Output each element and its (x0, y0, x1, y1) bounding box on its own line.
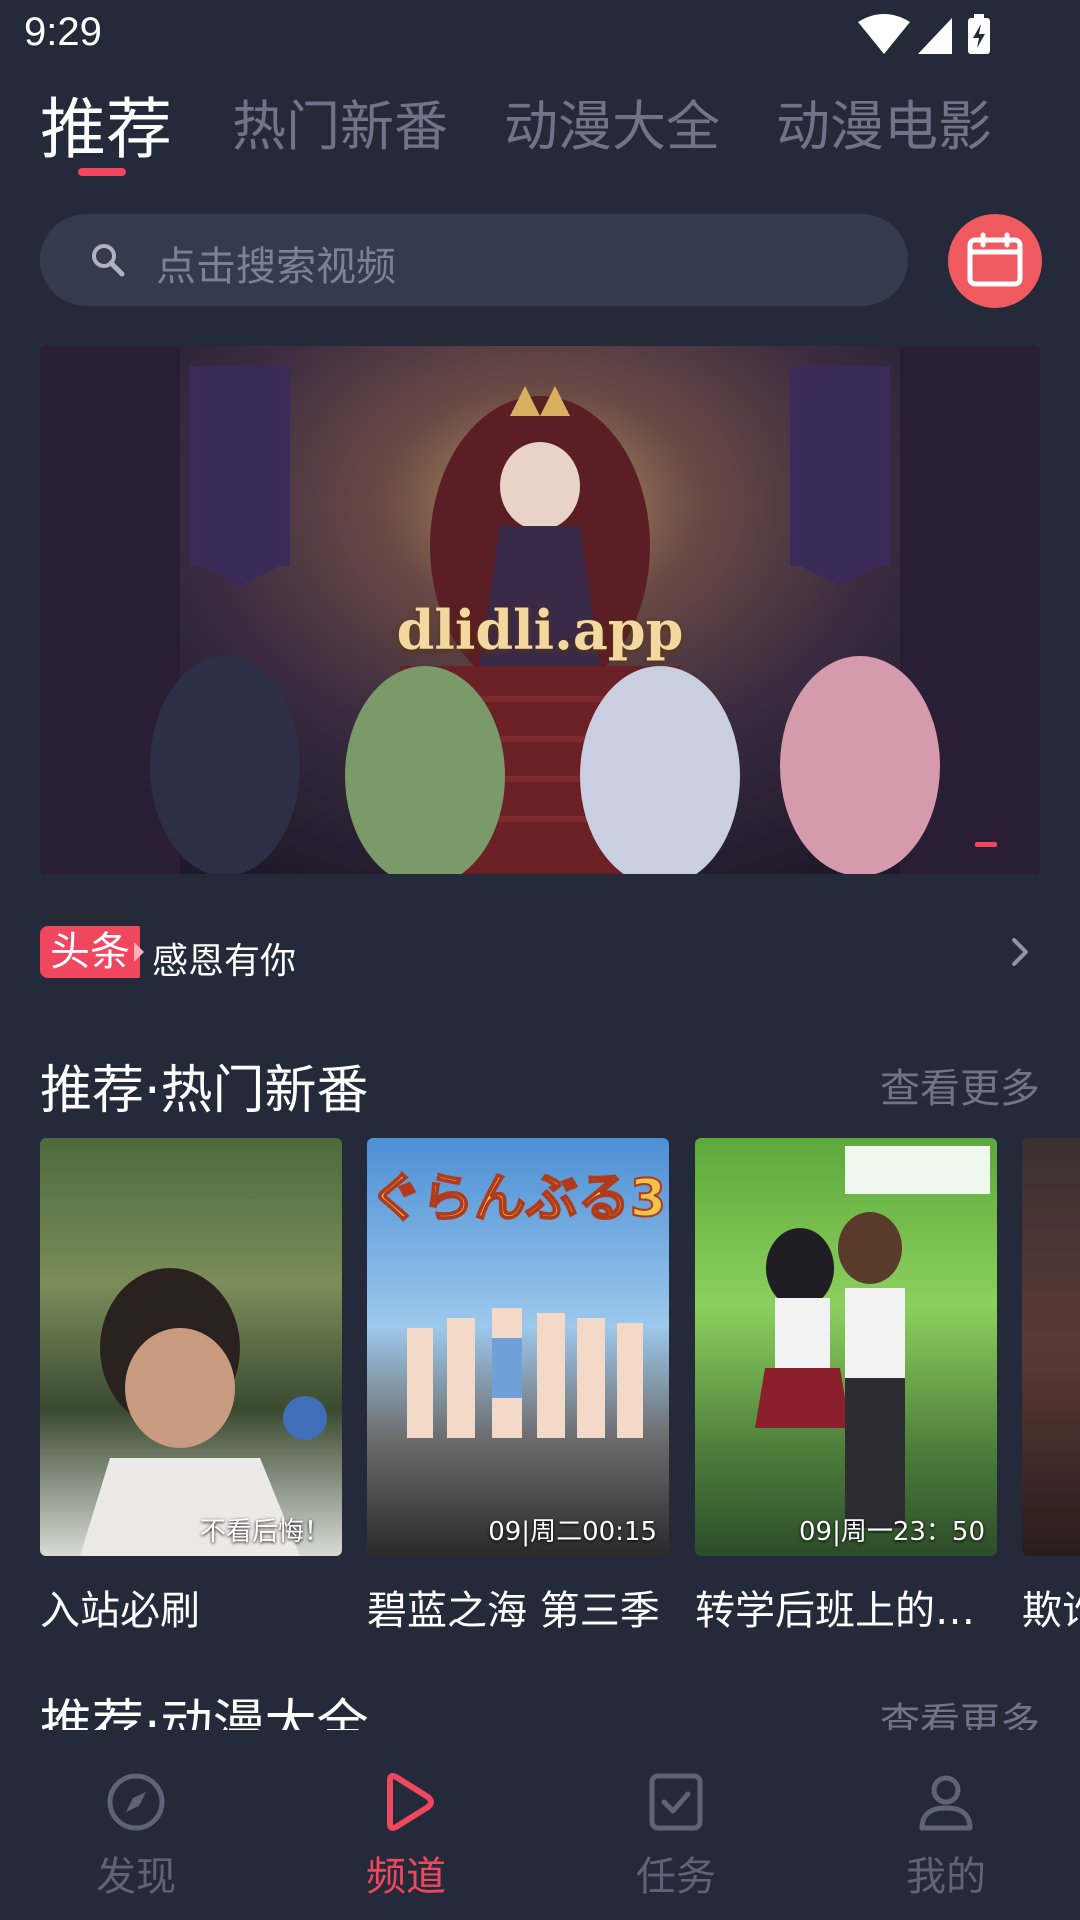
search-icon (92, 244, 125, 277)
section-title-hot-new: 推荐·热门新番 (40, 1061, 369, 1121)
banner-carousel[interactable]: dlidli.app (40, 346, 1040, 874)
anime-card[interactable]: ぐらんぶる3 09|周二00:15 碧蓝之海 第三季 (367, 1138, 669, 1636)
signal-icon (918, 18, 952, 54)
active-tab-indicator (78, 168, 126, 176)
calendar-icon (967, 232, 1023, 287)
bottom-nav: 发现 频道 任务 我的 (0, 1730, 1080, 1920)
headline-badge: 头条 (40, 926, 140, 978)
headline-text: 感恩有你 (152, 941, 297, 982)
battery-icon (968, 14, 990, 54)
user-icon (919, 1775, 973, 1831)
card-badge: 09|周一23：50 (798, 1517, 985, 1547)
top-tab-bar: 推荐 热门新番 动漫大全 动漫电影 (40, 82, 1050, 182)
nav-channel[interactable]: 频道 (336, 1770, 476, 1902)
status-icons (858, 14, 990, 54)
nav-label: 发现 (96, 1854, 176, 1900)
poster-illustration: ぐらんぶる3 (369, 1168, 667, 1438)
tab-hot-new[interactable]: 热门新番 (232, 82, 448, 161)
anime-card[interactable]: 不看后悔！ 入站必刷 (40, 1138, 342, 1636)
headline-news[interactable]: 头条 感恩有你 (40, 926, 1040, 982)
search-input[interactable]: 点击搜索视频 (40, 214, 908, 306)
card-title: 欺诈 (1022, 1588, 1080, 1634)
card-title: 碧蓝之海 第三季 (367, 1588, 660, 1634)
poster-illustration (80, 1268, 327, 1556)
calendar-button[interactable] (948, 214, 1042, 308)
poster-illustration (755, 1146, 990, 1528)
card-title: 入站必刷 (40, 1588, 200, 1634)
anime-card[interactable]: 欺诈 (1022, 1138, 1080, 1636)
nav-tasks[interactable]: 任务 (606, 1770, 746, 1902)
banner-watermark: dlidli.app (396, 598, 684, 662)
svg-text:ぐらんぶる3: ぐらんぶる3 (370, 1169, 666, 1229)
card-poster (1022, 1138, 1080, 1556)
chevron-right-icon (1012, 938, 1028, 966)
play-icon (387, 1773, 434, 1831)
search-placeholder: 点击搜索视频 (156, 244, 396, 290)
card-poster: 09|周一23：50 (695, 1138, 997, 1556)
headline-badge-tip (134, 942, 144, 962)
wifi-icon (858, 14, 910, 54)
status-time: 9:29 (24, 10, 102, 54)
nav-discover[interactable]: 发现 (66, 1770, 206, 1902)
tab-anime-all[interactable]: 动漫大全 (504, 82, 720, 161)
card-poster: 不看后悔！ (40, 1138, 342, 1556)
anime-card[interactable]: 09|周一23：50 转学后班上的… (695, 1138, 997, 1636)
card-title: 转学后班上的… (695, 1588, 975, 1634)
tab-recommend[interactable]: 推荐 (40, 76, 172, 172)
tab-anime-movie[interactable]: 动漫电影 (776, 82, 992, 161)
nav-mine[interactable]: 我的 (876, 1770, 1016, 1902)
view-more-hot-new[interactable]: 查看更多 (880, 1056, 1040, 1114)
task-check-icon (649, 1773, 703, 1831)
nav-label: 频道 (366, 1854, 446, 1900)
card-badge: 09|周二00:15 (488, 1517, 657, 1547)
compass-icon (107, 1773, 165, 1831)
card-badge: 不看后悔！ (199, 1517, 330, 1547)
nav-label: 我的 (906, 1854, 986, 1900)
carousel-indicator (975, 842, 997, 847)
card-poster: ぐらんぶる3 09|周二00:15 (367, 1138, 669, 1556)
status-bar: 9:29 (0, 0, 1080, 70)
nav-label: 任务 (636, 1854, 716, 1900)
